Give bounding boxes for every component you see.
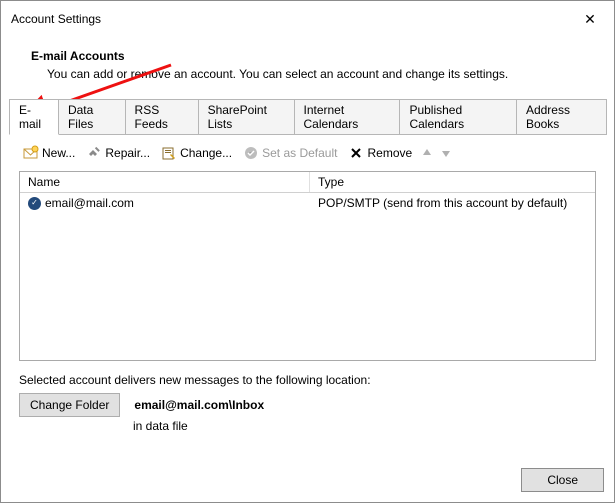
subheading: You can add or remove an account. You ca… bbox=[31, 67, 584, 81]
repair-icon bbox=[86, 145, 102, 161]
change-button[interactable]: Change... bbox=[157, 143, 236, 163]
window-title: Account Settings bbox=[11, 12, 101, 26]
change-label: Change... bbox=[180, 146, 232, 160]
set-default-button: Set as Default bbox=[239, 143, 341, 163]
close-button[interactable]: Close bbox=[521, 468, 604, 492]
move-down-button bbox=[438, 145, 454, 161]
close-icon: ✕ bbox=[584, 11, 596, 28]
repair-label: Repair... bbox=[105, 146, 150, 160]
check-icon bbox=[243, 145, 259, 161]
account-type: POP/SMTP (send from this account by defa… bbox=[318, 196, 567, 210]
set-default-label: Set as Default bbox=[262, 146, 337, 160]
col-type[interactable]: Type bbox=[310, 172, 595, 192]
header: E-mail Accounts You can add or remove an… bbox=[1, 37, 614, 99]
tab-rssfeeds[interactable]: RSS Feeds bbox=[125, 99, 199, 135]
tab-datafiles[interactable]: Data Files bbox=[58, 99, 126, 135]
new-icon bbox=[23, 145, 39, 161]
new-label: New... bbox=[42, 146, 75, 160]
col-name[interactable]: Name bbox=[20, 172, 310, 192]
default-account-icon: ✓ bbox=[28, 197, 41, 210]
tab-addressbooks[interactable]: Address Books bbox=[516, 99, 607, 135]
toolbar: New... Repair... Change... Set as Defaul… bbox=[1, 135, 614, 171]
delivery-folder: email@mail.com\Inbox bbox=[134, 398, 264, 412]
account-row[interactable]: ✓ email@mail.com POP/SMTP (send from thi… bbox=[20, 193, 595, 213]
remove-button[interactable]: Remove bbox=[344, 143, 416, 163]
delivery-path: email@mail.com\Inbox bbox=[134, 398, 264, 412]
change-icon bbox=[161, 145, 177, 161]
tab-email[interactable]: E-mail bbox=[9, 99, 59, 135]
move-up-button bbox=[419, 145, 435, 161]
remove-icon bbox=[348, 145, 364, 161]
footer: Selected account delivers new messages t… bbox=[1, 361, 614, 433]
titlebar: Account Settings ✕ bbox=[1, 1, 614, 37]
list-header: Name Type bbox=[20, 172, 595, 193]
delivery-datafile: in data file bbox=[19, 419, 596, 433]
delivery-text: Selected account delivers new messages t… bbox=[19, 373, 596, 387]
account-name: email@mail.com bbox=[45, 196, 134, 210]
tab-bar: E-mail Data Files RSS Feeds SharePoint L… bbox=[1, 99, 614, 135]
window-close-button[interactable]: ✕ bbox=[570, 7, 610, 31]
tab-publishedcal[interactable]: Published Calendars bbox=[399, 99, 517, 135]
heading: E-mail Accounts bbox=[31, 49, 584, 63]
remove-label: Remove bbox=[367, 146, 412, 160]
change-folder-button[interactable]: Change Folder bbox=[19, 393, 120, 417]
new-button[interactable]: New... bbox=[19, 143, 79, 163]
tab-internetcal[interactable]: Internet Calendars bbox=[294, 99, 401, 135]
repair-button[interactable]: Repair... bbox=[82, 143, 154, 163]
tab-sharepoint[interactable]: SharePoint Lists bbox=[198, 99, 295, 135]
account-list: Name Type ✓ email@mail.com POP/SMTP (sen… bbox=[19, 171, 596, 361]
